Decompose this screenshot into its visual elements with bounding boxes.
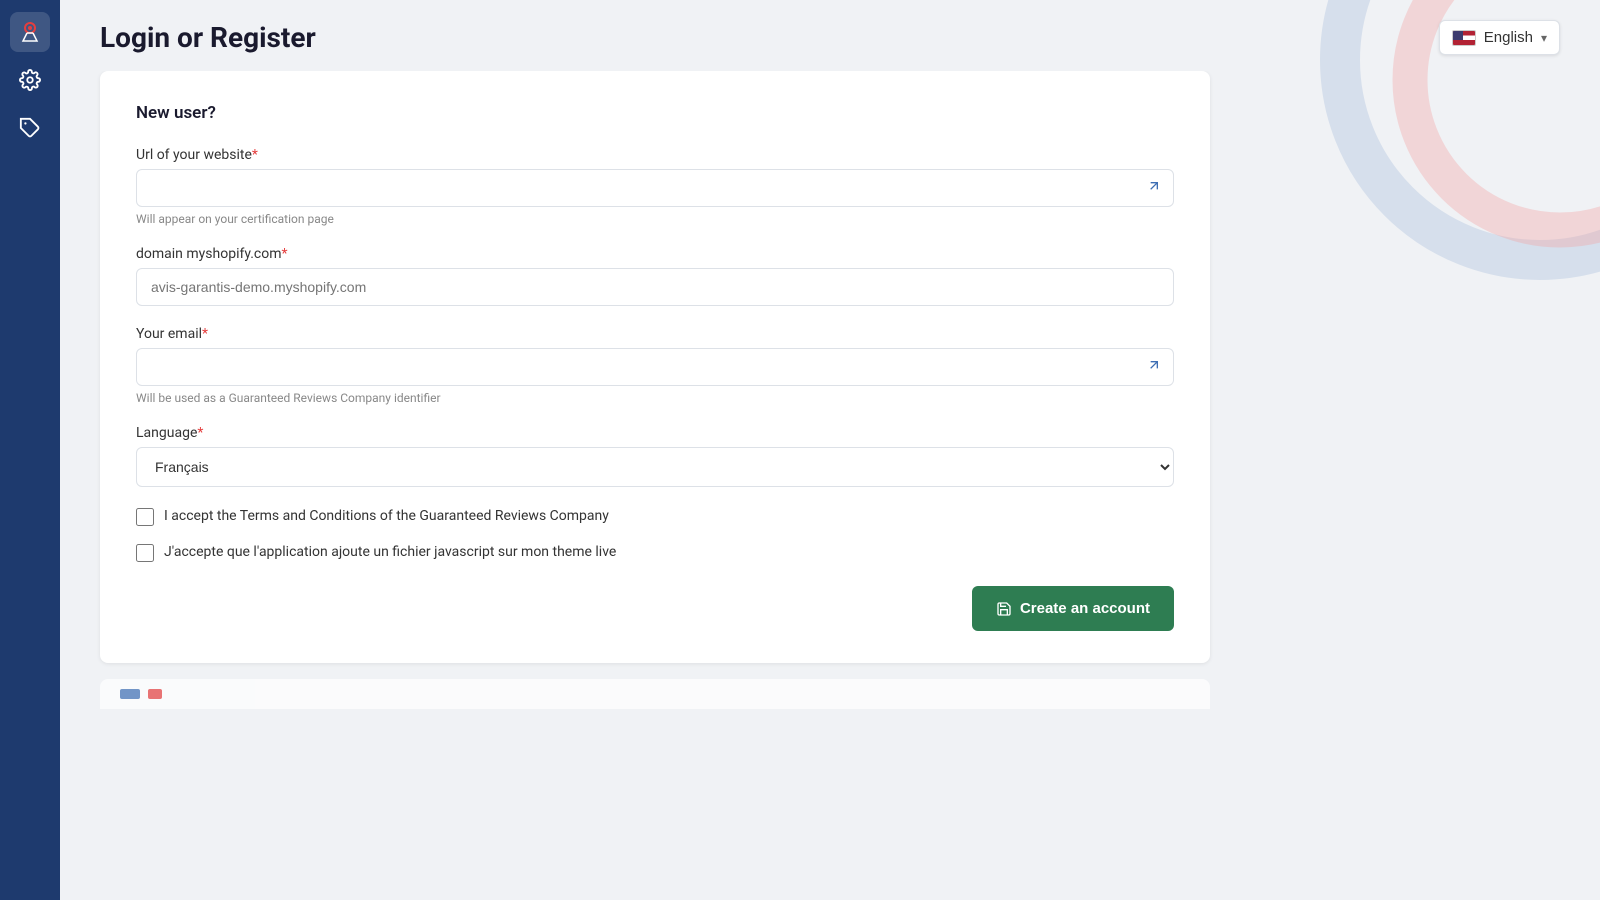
chevron-down-icon: ▾ <box>1541 31 1547 45</box>
sidebar-item-settings[interactable] <box>10 60 50 100</box>
domain-field-group: domain myshopify.com* <box>136 246 1174 306</box>
language-field-label: Language* <box>136 425 1174 441</box>
website-url-input[interactable] <box>136 169 1174 207</box>
website-url-label: Url of your website* <box>136 147 1174 163</box>
terms-checkbox[interactable] <box>136 508 154 526</box>
website-url-field-group: Url of your website* Will appear on your… <box>136 147 1174 226</box>
sidebar <box>0 0 60 900</box>
register-form-card: New user? Url of your website* Will appe… <box>100 71 1210 663</box>
terms-label[interactable]: I accept the Terms and Conditions of the… <box>164 507 609 527</box>
sidebar-item-tag[interactable] <box>10 108 50 148</box>
javascript-label[interactable]: J'accepte que l'application ajoute un fi… <box>164 543 616 563</box>
language-field-group: Language* Français English Deutsch Españ… <box>136 425 1174 487</box>
required-marker-lang: * <box>197 425 203 441</box>
javascript-checkbox-group: J'accepte que l'application ajoute un fi… <box>136 543 1174 563</box>
language-select[interactable]: Français English Deutsch Español Italian… <box>136 447 1174 487</box>
bottom-card-blue-block <box>120 689 140 699</box>
page-content: New user? Url of your website* Will appe… <box>60 71 1600 900</box>
create-account-button[interactable]: Create an account <box>972 586 1174 631</box>
sidebar-item-logo[interactable] <box>10 12 50 52</box>
new-user-heading: New user? <box>136 103 1174 123</box>
email-input-wrapper <box>136 348 1174 386</box>
required-marker-email: * <box>202 326 208 342</box>
email-label: Your email* <box>136 326 1174 342</box>
bottom-card-red-block <box>148 689 162 699</box>
submit-row: Create an account <box>136 578 1174 631</box>
email-input[interactable] <box>136 348 1174 386</box>
required-marker-domain: * <box>282 246 288 262</box>
required-marker: * <box>252 147 258 163</box>
language-selector[interactable]: English ▾ <box>1439 20 1560 55</box>
save-icon <box>996 601 1012 617</box>
domain-label: domain myshopify.com* <box>136 246 1174 262</box>
website-url-hint: Will appear on your certification page <box>136 212 1174 226</box>
javascript-checkbox[interactable] <box>136 544 154 562</box>
url-icon <box>1146 178 1162 198</box>
domain-input[interactable] <box>136 268 1174 306</box>
main-content: Login or Register English ▾ New user? Ur… <box>60 0 1600 900</box>
bottom-card-partial <box>100 679 1210 709</box>
flag-icon <box>1452 30 1476 46</box>
language-label: English <box>1484 29 1533 46</box>
page-title: Login or Register <box>100 21 316 54</box>
email-hint: Will be used as a Guaranteed Reviews Com… <box>136 391 1174 405</box>
email-field-group: Your email* Will be used as a Guaranteed… <box>136 326 1174 405</box>
email-icon <box>1146 357 1162 377</box>
terms-checkbox-group: I accept the Terms and Conditions of the… <box>136 507 1174 527</box>
page-header: Login or Register English ▾ <box>60 0 1600 71</box>
website-url-input-wrapper <box>136 169 1174 207</box>
